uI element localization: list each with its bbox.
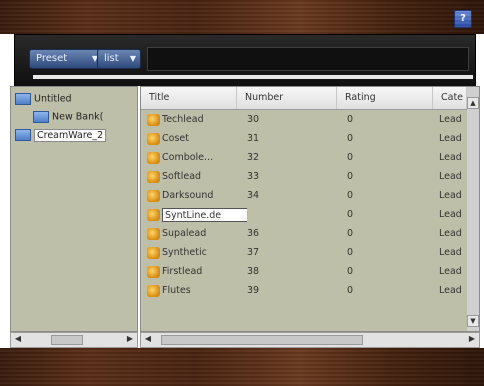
column-header-category[interactable]: Cate xyxy=(433,87,467,109)
table-row[interactable]: Flutes 39 0 Lead xyxy=(141,282,467,300)
tree-item-new-bank[interactable]: New Bank( xyxy=(33,111,103,127)
table-horizontal-scrollbar[interactable]: ◀ ▶ xyxy=(140,332,480,348)
tree-item-creamware[interactable]: CreamWare_2 xyxy=(15,128,107,145)
preset-icon xyxy=(147,151,160,164)
table-row[interactable]: Darksound 34 0 Lead xyxy=(141,187,467,205)
scroll-thumb[interactable] xyxy=(51,335,83,345)
column-header-title[interactable]: Title xyxy=(141,87,237,109)
scroll-thumb[interactable] xyxy=(161,335,363,345)
toolbar: Preset ▼ list ▼ xyxy=(14,34,476,88)
table-row[interactable]: Softlead 33 0 Lead xyxy=(141,168,467,186)
table-row[interactable]: Synthetic 37 0 Lead xyxy=(141,244,467,262)
folder-icon xyxy=(15,93,31,105)
tree-item-untitled[interactable]: Untitled xyxy=(15,93,72,109)
scroll-down-icon[interactable]: ▼ xyxy=(467,315,479,327)
wood-frame-bottom xyxy=(0,348,484,386)
help-button[interactable]: ? xyxy=(454,10,472,28)
column-header-rating[interactable]: Rating xyxy=(337,87,433,109)
scroll-left-icon[interactable]: ◀ xyxy=(142,334,154,344)
bank-icon xyxy=(33,111,49,123)
list-dropdown-label: list xyxy=(104,53,119,64)
preset-icon xyxy=(147,132,160,145)
scroll-right-icon[interactable]: ▶ xyxy=(124,334,136,344)
list-dropdown[interactable]: list ▼ xyxy=(97,49,141,69)
preset-icon xyxy=(147,284,160,297)
bank-tree: Untitled New Bank( CreamWare_2 xyxy=(10,86,138,332)
browser-panels: Untitled New Bank( CreamWare_2 Title Num… xyxy=(8,86,480,348)
tree-horizontal-scrollbar[interactable]: ◀ ▶ xyxy=(10,332,138,348)
preset-icon xyxy=(147,189,160,202)
table-row-editing[interactable]: SyntLine.de 0 Lead xyxy=(141,206,467,224)
rename-input[interactable]: SyntLine.de xyxy=(162,207,247,222)
preset-icon xyxy=(147,265,160,278)
preset-icon xyxy=(147,170,160,183)
preset-icon xyxy=(147,246,160,259)
scroll-left-icon[interactable]: ◀ xyxy=(12,334,24,344)
chevron-down-icon: ▼ xyxy=(129,54,136,63)
wood-frame-top: ? xyxy=(0,0,484,34)
preset-icon xyxy=(147,113,160,126)
scroll-up-icon[interactable]: ▲ xyxy=(467,97,479,109)
table-row[interactable]: Techlead 30 0 Lead xyxy=(141,111,467,129)
preset-icon xyxy=(147,227,160,240)
preset-dropdown[interactable]: Preset ▼ xyxy=(29,49,103,69)
preset-table: Title Number Rating Cate Techlead 30 0 L… xyxy=(140,86,480,332)
search-input[interactable] xyxy=(147,47,469,71)
vertical-scrollbar[interactable]: ▲ ▼ xyxy=(467,87,479,331)
table-header: Title Number Rating Cate xyxy=(141,87,479,110)
progress-bar xyxy=(33,75,473,79)
table-row[interactable]: Coset 31 0 Lead xyxy=(141,130,467,148)
table-row[interactable]: Supalead 36 0 Lead xyxy=(141,225,467,243)
preset-dropdown-label: Preset xyxy=(36,53,68,64)
table-row[interactable]: Combole... 32 0 Lead xyxy=(141,149,467,167)
table-row[interactable]: Firstlead 38 0 Lead xyxy=(141,263,467,281)
folder-icon xyxy=(15,129,31,141)
scroll-right-icon[interactable]: ▶ xyxy=(466,334,478,344)
column-header-number[interactable]: Number xyxy=(237,87,337,109)
preset-icon xyxy=(147,208,160,221)
